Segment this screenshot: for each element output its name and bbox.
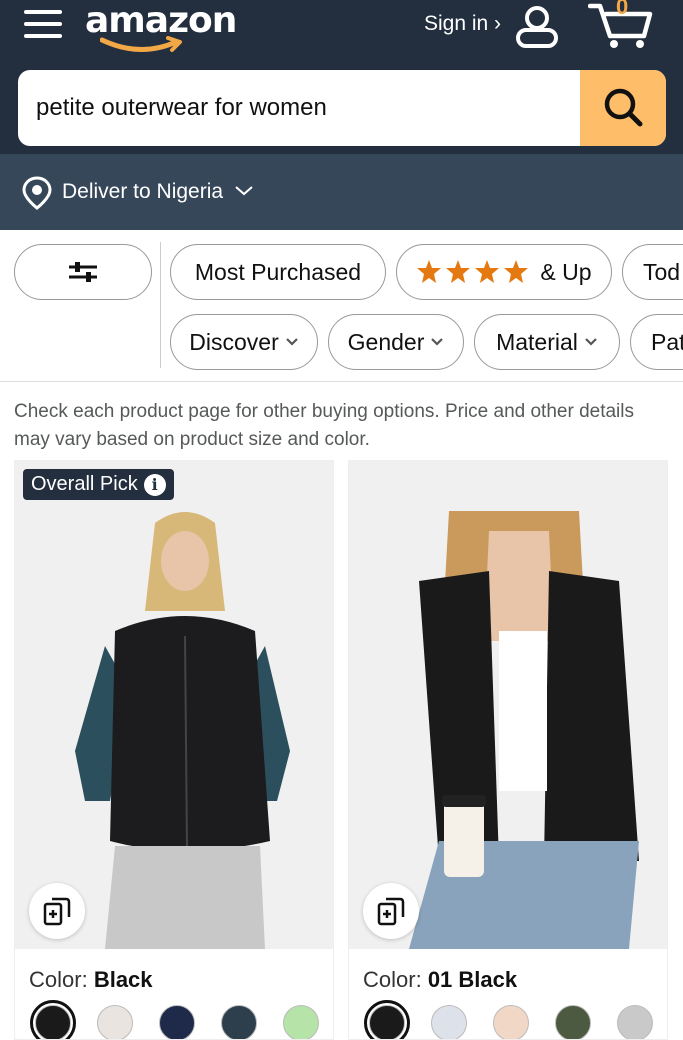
search-icon xyxy=(604,88,643,127)
color-swatch[interactable] xyxy=(555,1005,591,1039)
color-value: Black xyxy=(93,967,153,992)
compare-button[interactable] xyxy=(363,883,419,939)
color-swatch[interactable] xyxy=(283,1005,319,1039)
chevron-down-icon xyxy=(585,338,597,346)
color-swatches xyxy=(30,1000,319,1039)
filter-label: Discover xyxy=(189,328,279,355)
chevron-down-icon xyxy=(235,186,253,196)
color-swatches xyxy=(364,1000,653,1039)
color-swatch[interactable] xyxy=(364,1000,410,1039)
product-card[interactable]: Overall Pick i Color: Black xyxy=(14,460,334,1040)
menu-icon[interactable] xyxy=(24,10,62,42)
buying-options-notice: Check each product page for other buying… xyxy=(14,401,634,450)
filter-label: Most Purchased xyxy=(194,258,362,285)
filter-settings-button[interactable] xyxy=(14,244,152,300)
filter-today[interactable]: Tod xyxy=(622,244,683,300)
search-query-text[interactable]: petite outerwear for women xyxy=(36,94,327,122)
sign-in-link[interactable]: Sign in › xyxy=(424,12,501,36)
filter-most-purchased[interactable]: Most Purchased xyxy=(170,244,386,300)
color-swatch[interactable] xyxy=(221,1005,257,1039)
color-swatch[interactable] xyxy=(493,1005,529,1039)
filter-material[interactable]: Material xyxy=(474,314,620,370)
filter-label: Material xyxy=(496,328,578,355)
delivery-label-text: Deliver to Nigeria xyxy=(62,180,224,203)
filter-label: Gender xyxy=(347,328,425,355)
color-prefix: Color: xyxy=(29,967,88,992)
product-image[interactable]: Overall Pick i xyxy=(15,461,333,949)
badge-label: Overall Pick xyxy=(31,473,138,495)
location-pin-icon xyxy=(22,176,52,210)
filter-label: Tod xyxy=(643,258,681,285)
top-nav-bar: amazon Sign in › 0 xyxy=(0,0,683,68)
delivery-location-label[interactable]: Deliver to Nigeria xyxy=(62,180,255,204)
search-button[interactable] xyxy=(580,70,666,146)
filter-discover[interactable]: Discover xyxy=(170,314,318,370)
sliders-icon xyxy=(69,262,97,282)
filter-star-rating[interactable]: & Up xyxy=(396,244,612,300)
color-value: 01 Black xyxy=(427,967,518,992)
color-swatch[interactable] xyxy=(617,1005,653,1039)
filter-gender[interactable]: Gender xyxy=(328,314,464,370)
amazon-smile-icon xyxy=(100,36,182,53)
delivery-location-bar[interactable]: Deliver to Nigeria xyxy=(0,154,683,230)
filter-label: & Up xyxy=(540,258,592,285)
info-icon[interactable]: i xyxy=(143,473,166,496)
chevron-down-icon xyxy=(431,338,444,346)
four-stars-icon xyxy=(417,260,529,283)
color-swatch[interactable] xyxy=(30,1000,76,1039)
color-swatch[interactable] xyxy=(159,1005,195,1039)
color-swatch[interactable] xyxy=(431,1005,467,1039)
user-icon[interactable] xyxy=(514,4,560,48)
filter-pattern[interactable]: Pat xyxy=(630,314,683,370)
compare-cards-icon xyxy=(43,897,71,926)
product-photo-vest xyxy=(15,461,333,949)
cart-count-badge: 0 xyxy=(616,0,629,19)
product-image[interactable] xyxy=(349,461,667,949)
overall-pick-badge: Overall Pick i xyxy=(23,469,174,500)
color-label: Color: Black xyxy=(29,967,153,993)
color-label: Color: 01 Black xyxy=(363,967,517,993)
color-prefix: Color: xyxy=(363,967,422,992)
filter-chips-area: Most Purchased & Up Tod Discover Gender … xyxy=(0,230,683,382)
product-photo-cardigan xyxy=(349,461,667,949)
filter-divider xyxy=(160,242,161,368)
product-card[interactable]: Color: 01 Black xyxy=(348,460,668,1040)
color-swatch[interactable] xyxy=(97,1005,133,1039)
compare-cards-icon xyxy=(377,897,405,926)
amazon-logo[interactable]: amazon xyxy=(85,0,237,41)
search-bar-container: petite outerwear for women xyxy=(0,68,683,154)
compare-button[interactable] xyxy=(29,883,85,939)
filter-label: Pat xyxy=(651,328,683,355)
chevron-down-icon xyxy=(285,338,298,346)
search-input[interactable]: petite outerwear for women xyxy=(18,70,666,146)
